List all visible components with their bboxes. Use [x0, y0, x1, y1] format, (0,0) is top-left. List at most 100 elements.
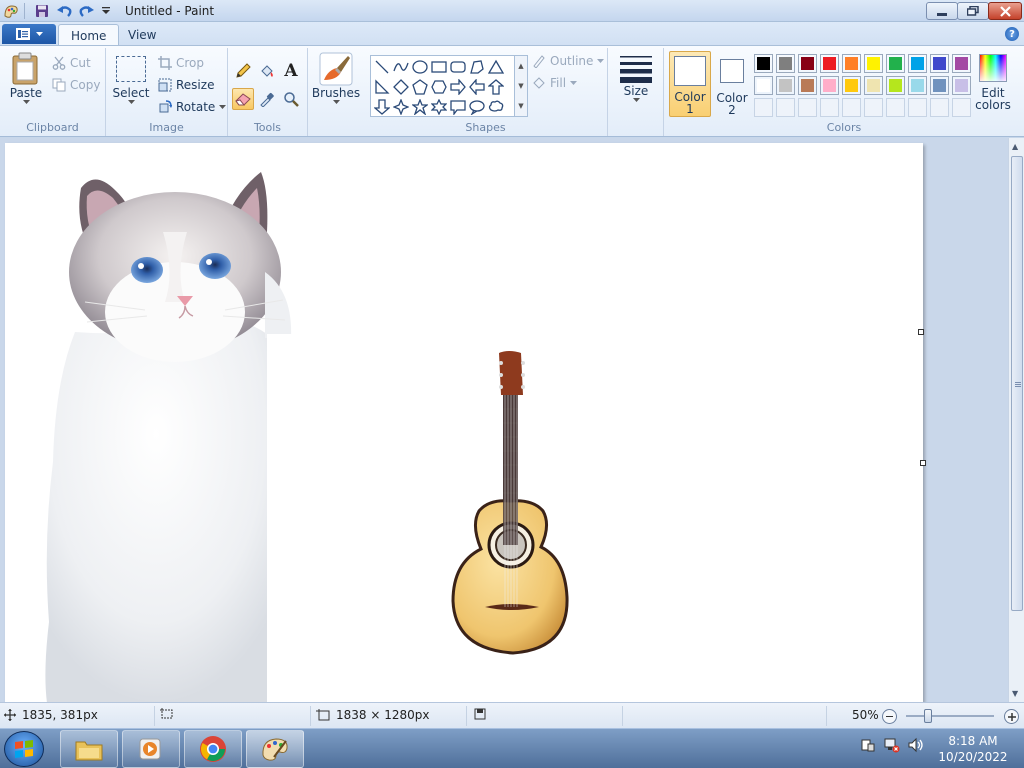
color-swatch[interactable] — [820, 76, 839, 95]
curve-shape[interactable] — [392, 58, 410, 76]
shapes-scroll[interactable]: ▲ ▼ ▼ — [514, 55, 528, 117]
cloud-callout-shape[interactable] — [487, 98, 505, 116]
canvas-resize-handle-corner[interactable] — [920, 460, 926, 466]
undo-icon[interactable] — [57, 3, 73, 19]
pentagon-shape[interactable] — [411, 78, 429, 96]
color-picker-tool[interactable] — [256, 88, 278, 110]
rotate-button[interactable]: Rotate — [158, 100, 227, 114]
color-swatch[interactable] — [754, 76, 773, 95]
custom-color-slot[interactable] — [776, 98, 795, 117]
five-point-star-shape[interactable] — [411, 98, 429, 116]
color-swatch[interactable] — [952, 54, 971, 73]
down-arrow-shape[interactable] — [373, 98, 391, 116]
resize-button[interactable]: Resize — [158, 78, 214, 92]
zoom-slider[interactable] — [906, 709, 994, 723]
tab-view[interactable]: View — [116, 24, 168, 46]
oval-callout-shape[interactable] — [468, 98, 486, 116]
select-button[interactable]: Select — [112, 56, 150, 105]
custom-color-slot[interactable] — [886, 98, 905, 117]
outline-button[interactable]: Outline — [532, 54, 605, 68]
color-swatch[interactable] — [952, 76, 971, 95]
network-icon[interactable] — [884, 737, 900, 753]
size-button[interactable]: Size — [618, 54, 654, 103]
scroll-up-icon[interactable]: ▲ — [518, 62, 523, 70]
color-swatch[interactable] — [798, 76, 817, 95]
zoom-out-button[interactable] — [882, 709, 897, 724]
color-swatch[interactable] — [908, 54, 927, 73]
rounded-rectangle-shape[interactable] — [449, 58, 467, 76]
scrollbar-thumb[interactable] — [1011, 156, 1023, 611]
redo-icon[interactable] — [78, 3, 94, 19]
color-swatch[interactable] — [864, 76, 883, 95]
right-arrow-shape[interactable] — [449, 78, 467, 96]
custom-color-slot[interactable] — [930, 98, 949, 117]
custom-color-slot[interactable] — [864, 98, 883, 117]
expand-icon[interactable]: ▼ — [518, 102, 523, 110]
color-swatch[interactable] — [864, 54, 883, 73]
vertical-scrollbar[interactable]: ▲ ▼ — [1008, 138, 1024, 702]
start-button[interactable] — [4, 731, 44, 767]
pencil-tool[interactable] — [232, 60, 254, 82]
volume-icon[interactable] — [908, 737, 924, 753]
hexagon-shape[interactable] — [430, 78, 448, 96]
file-menu-button[interactable] — [2, 24, 56, 44]
edit-colors-button[interactable]: Edit colors — [975, 54, 1011, 112]
diamond-shape[interactable] — [392, 78, 410, 96]
scroll-down-arrow-icon[interactable]: ▼ — [1012, 689, 1018, 698]
color-swatch[interactable] — [930, 76, 949, 95]
four-point-star-shape[interactable] — [392, 98, 410, 116]
paste-button[interactable]: Paste — [6, 52, 46, 105]
cat-image[interactable] — [35, 162, 297, 702]
color-swatch[interactable] — [886, 54, 905, 73]
rectangle-shape[interactable] — [430, 58, 448, 76]
color-swatch[interactable] — [754, 54, 773, 73]
taskbar-media-player[interactable] — [122, 730, 180, 768]
paint-app-icon[interactable] — [3, 3, 19, 19]
custom-color-slot[interactable] — [952, 98, 971, 117]
save-icon[interactable] — [34, 3, 50, 19]
custom-color-slot[interactable] — [820, 98, 839, 117]
scroll-up-arrow-icon[interactable]: ▲ — [1012, 142, 1018, 151]
copy-button[interactable]: Copy — [52, 78, 100, 92]
crop-button[interactable]: Crop — [158, 56, 204, 70]
line-shape[interactable] — [373, 58, 391, 76]
zoom-in-button[interactable] — [1004, 709, 1019, 724]
customize-qat-icon[interactable] — [98, 3, 114, 19]
left-arrow-shape[interactable] — [468, 78, 486, 96]
six-point-star-shape[interactable] — [430, 98, 448, 116]
color-swatch[interactable] — [798, 54, 817, 73]
eraser-tool[interactable] — [232, 88, 254, 110]
taskbar-file-explorer[interactable] — [60, 730, 118, 768]
color-swatch[interactable] — [820, 54, 839, 73]
taskbar-clock[interactable]: 8:18 AM 10/20/2022 — [930, 733, 1016, 765]
right-triangle-shape[interactable] — [373, 78, 391, 96]
taskbar-paint[interactable] — [246, 730, 304, 768]
brushes-button[interactable]: Brushes — [312, 52, 360, 105]
fill-button[interactable]: Fill — [532, 76, 578, 90]
restore-button[interactable] — [957, 2, 989, 20]
color-swatch[interactable] — [886, 76, 905, 95]
color-swatch[interactable] — [930, 54, 949, 73]
help-icon[interactable]: ? — [1005, 27, 1019, 41]
custom-color-slot[interactable] — [754, 98, 773, 117]
minimize-button[interactable] — [926, 2, 958, 20]
taskbar-chrome[interactable] — [184, 730, 242, 768]
custom-color-slot[interactable] — [798, 98, 817, 117]
scroll-down-icon[interactable]: ▼ — [518, 82, 523, 90]
canvas-resize-handle-right[interactable] — [918, 329, 924, 335]
tab-home[interactable]: Home — [58, 24, 120, 46]
fill-tool[interactable] — [256, 60, 278, 82]
close-button[interactable] — [988, 2, 1022, 20]
action-center-icon[interactable] — [860, 737, 876, 753]
oval-shape[interactable] — [411, 58, 429, 76]
rect-callout-shape[interactable] — [449, 98, 467, 116]
up-arrow-shape[interactable] — [487, 78, 505, 96]
drawing-canvas[interactable] — [5, 143, 923, 702]
zoom-slider-thumb[interactable] — [924, 709, 932, 723]
triangle-shape[interactable] — [487, 58, 505, 76]
magnifier-tool[interactable] — [280, 88, 302, 110]
cut-button[interactable]: Cut — [52, 56, 91, 70]
guitar-image[interactable] — [443, 349, 573, 659]
custom-color-slot[interactable] — [908, 98, 927, 117]
color-swatch[interactable] — [842, 54, 861, 73]
